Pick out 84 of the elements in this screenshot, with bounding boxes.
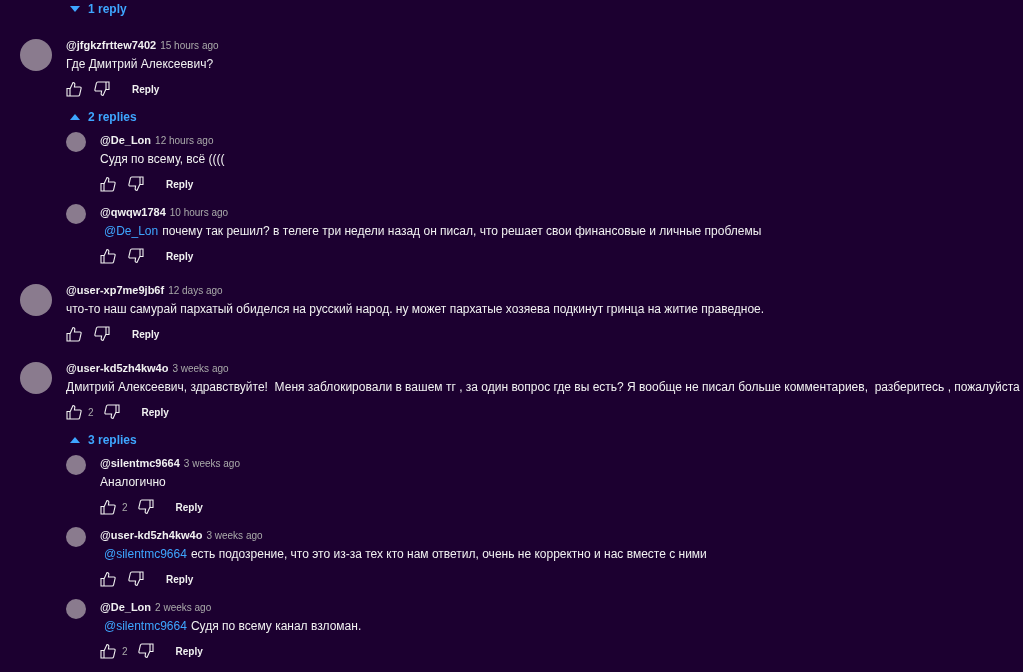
timestamp[interactable]: 12 days ago xyxy=(168,284,223,296)
like-button[interactable] xyxy=(100,248,116,264)
comment-text: Судя по всему, всё (((( xyxy=(100,151,225,168)
like-button[interactable] xyxy=(100,571,116,587)
avatar[interactable] xyxy=(66,204,86,224)
thumbs-up-icon xyxy=(100,176,116,192)
thumbs-up-icon xyxy=(100,248,116,264)
avatar[interactable] xyxy=(20,39,52,71)
avatar[interactable] xyxy=(66,132,86,152)
like-button[interactable] xyxy=(66,326,82,342)
comment-text: что-то наш самурай пархатый обиделся на русский народ. ну может пархатые хозяева подкинут гринца на житие праведное. xyxy=(66,301,765,318)
author-name[interactable]: @De_Lon xyxy=(100,601,152,613)
reply-button[interactable]: Reply xyxy=(131,406,169,418)
avatar[interactable] xyxy=(66,527,86,547)
comment-text: Аналогично xyxy=(100,474,167,491)
avatar[interactable] xyxy=(66,599,86,619)
thumbs-down-icon xyxy=(128,176,144,192)
thumbs-up-icon xyxy=(100,571,116,587)
thumbs-down-icon xyxy=(137,499,154,515)
dislike-button[interactable] xyxy=(128,248,144,264)
comment-text: Где Дмитрий Алексеевич? xyxy=(66,56,215,73)
author-name[interactable]: @De_Lon xyxy=(100,134,152,146)
thumbs-up-icon xyxy=(100,643,116,659)
reply-button[interactable]: Reply xyxy=(122,83,160,95)
like-button[interactable] xyxy=(100,643,116,659)
dislike-button[interactable] xyxy=(137,499,154,515)
thumbs-up-icon xyxy=(66,81,82,97)
comment-text: @silentmc9664 Судя по всему канал взломан. xyxy=(103,618,362,635)
author-name[interactable]: @user-kd5zh4kw4o xyxy=(66,362,169,374)
replies-toggle[interactable]: 2 replies xyxy=(66,105,143,129)
replies-toggle[interactable]: 1 reply xyxy=(66,0,133,18)
author-name[interactable]: @silentmc9664 xyxy=(100,457,180,469)
like-count: 2 xyxy=(122,645,128,657)
reply-button[interactable]: Reply xyxy=(165,501,203,513)
like-count: 2 xyxy=(88,406,94,418)
mention-link[interactable]: @silentmc9664 xyxy=(104,619,187,633)
avatar[interactable] xyxy=(66,455,86,475)
timestamp[interactable]: 15 hours ago xyxy=(160,39,219,51)
thumbs-up-icon xyxy=(100,499,116,515)
replies-toggle[interactable]: 3 replies xyxy=(66,428,143,452)
dislike-button[interactable] xyxy=(103,404,120,420)
timestamp[interactable]: 3 weeks ago xyxy=(172,362,229,374)
reply-button[interactable]: Reply xyxy=(156,178,194,190)
mention-link[interactable]: @silentmc9664 xyxy=(104,547,187,561)
thumbs-down-icon xyxy=(94,326,110,342)
thumbs-down-icon xyxy=(103,404,120,420)
thumbs-down-icon xyxy=(94,81,110,97)
like-button[interactable] xyxy=(66,81,82,97)
dislike-button[interactable] xyxy=(137,643,154,659)
dislike-button[interactable] xyxy=(94,326,110,342)
author-name[interactable]: @user-xp7me9jb6f xyxy=(66,284,165,296)
timestamp[interactable]: 2 weeks ago xyxy=(155,601,212,613)
reply-button[interactable]: Reply xyxy=(156,250,194,262)
timestamp[interactable]: 3 weeks ago xyxy=(206,529,263,541)
author-name[interactable]: @jfgkzfrttew7402 xyxy=(66,39,157,51)
dislike-button[interactable] xyxy=(128,176,144,192)
reply-button[interactable]: Reply xyxy=(122,328,160,340)
reply-button[interactable]: Reply xyxy=(165,645,203,657)
comment-text: @silentmc9664 есть подозрение, что это из-за тех кто нам ответил, очень не корректно и нас вместе с ними xyxy=(103,546,707,563)
caret-icon xyxy=(70,6,80,12)
comment-text: Дмитрий Алексеевич, здравствуйте! Меня заблокировали в вашем тг , за один вопрос где вы есть? Я вообще не писал больше комментариев, разберитесь , пожалуйста xyxy=(66,379,1020,396)
timestamp[interactable]: 12 hours ago xyxy=(155,134,214,146)
thumbs-down-icon xyxy=(137,643,154,659)
like-count: 2 xyxy=(122,501,128,513)
thumbs-up-icon xyxy=(66,404,82,420)
thumbs-up-icon xyxy=(66,326,82,342)
comment-text: @De_Lon почему так решил? в телеге три недели назад он писал, что решает свои финансовые и личные проблемы xyxy=(103,223,762,240)
like-button[interactable] xyxy=(100,499,116,515)
caret-icon xyxy=(70,114,80,120)
thumbs-down-icon xyxy=(128,248,144,264)
author-name[interactable]: @qwqw1784 xyxy=(100,206,166,218)
dislike-button[interactable] xyxy=(94,81,110,97)
timestamp[interactable]: 3 weeks ago xyxy=(183,457,240,469)
dislike-button[interactable] xyxy=(128,571,144,587)
author-name[interactable]: @user-kd5zh4kw4o xyxy=(100,529,203,541)
timestamp[interactable]: 10 hours ago xyxy=(169,206,229,218)
mention-link[interactable]: @De_Lon xyxy=(104,224,159,238)
like-button[interactable] xyxy=(100,176,116,192)
reply-button[interactable]: Reply xyxy=(156,573,194,585)
avatar[interactable] xyxy=(20,362,52,394)
thumbs-down-icon xyxy=(128,571,144,587)
caret-icon xyxy=(70,437,80,443)
avatar[interactable] xyxy=(20,284,52,316)
like-button[interactable] xyxy=(66,404,82,420)
